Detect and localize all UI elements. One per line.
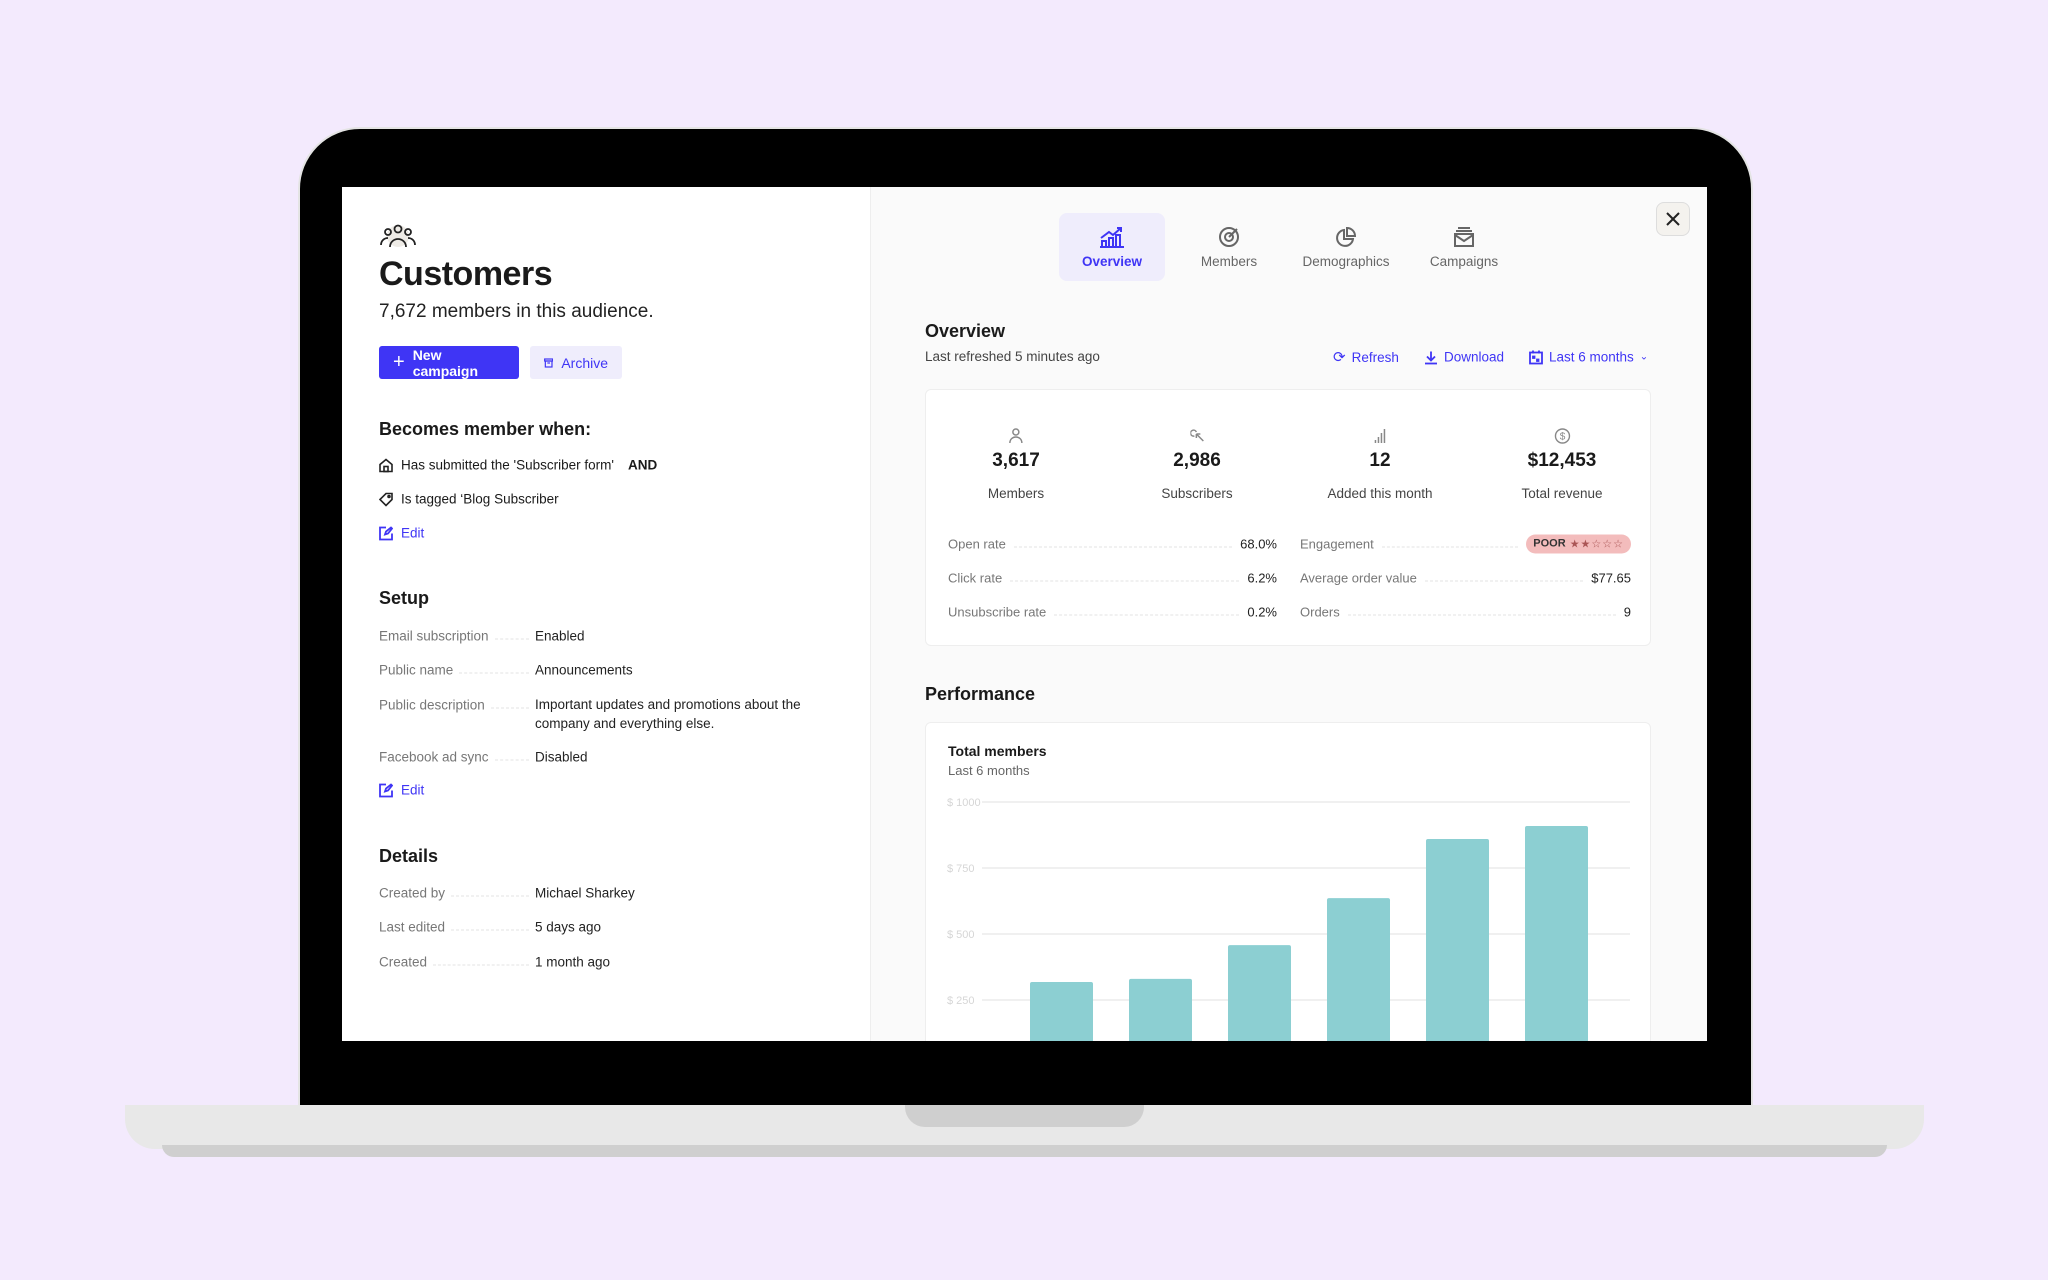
app-screen: Customers 7,672 members in this audience… xyxy=(342,187,1707,1041)
y-tick-label: $ 1000 xyxy=(947,797,981,809)
y-tick-label: $ 750 xyxy=(947,863,975,875)
bar xyxy=(1228,945,1291,1041)
bar xyxy=(1426,838,1489,1041)
bar xyxy=(1129,978,1192,1041)
bar xyxy=(1525,826,1588,1041)
laptop-notch xyxy=(905,1105,1144,1127)
bar xyxy=(1030,982,1093,1041)
bar-chart: $ 1000 $ 750 $ 500 $ 250 xyxy=(947,797,1630,1041)
y-tick-label: $ 250 xyxy=(947,995,975,1007)
y-tick-label: $ 500 xyxy=(947,929,975,941)
laptop-base-shadow xyxy=(162,1145,1887,1157)
bar xyxy=(1327,898,1390,1041)
